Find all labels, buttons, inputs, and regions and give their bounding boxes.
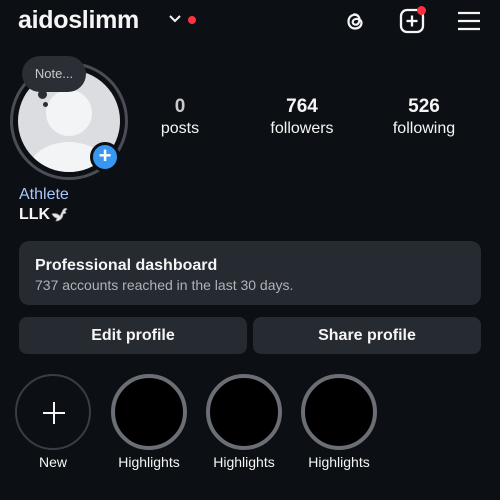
stat-value: 0 [174,96,186,117]
menu-icon[interactable] [455,7,483,35]
add-story-icon[interactable]: + [90,142,120,172]
stat-label: posts [160,120,200,137]
highlight-item[interactable]: Highlights [206,374,282,470]
highlight-circle[interactable] [301,374,377,450]
dashboard-title: Professional dashboard [35,257,218,274]
profile-bio: LLK [19,206,51,223]
note-bubble-tail [38,90,47,99]
avatar-head-placeholder [46,90,92,136]
highlight-label: Highlights [308,454,370,470]
chevron-down-icon[interactable] [168,13,182,25]
dove-icon [51,207,68,222]
stat-followers[interactable]: 764 followers [242,96,362,138]
stat-value: 764 [286,96,318,117]
stat-label: followers [270,120,334,137]
highlight-circle[interactable] [111,374,187,450]
account-notification-dot [188,16,196,24]
new-post-notification-dot [417,6,426,15]
username[interactable]: aidoslimm [18,6,139,35]
highlight-label: Highlights [118,454,180,470]
threads-icon[interactable] [341,7,369,35]
stat-label: following [392,120,456,137]
new-highlight-circle[interactable] [15,374,91,450]
highlight-label: Highlights [213,454,275,470]
share-profile-button[interactable]: Share profile [253,317,481,354]
highlight-item[interactable]: Highlights [301,374,377,470]
highlight-cover [118,381,180,443]
highlight-new[interactable]: New [15,374,91,470]
stat-posts[interactable]: 0 posts [120,96,240,138]
stat-value: 526 [408,96,440,117]
stat-following[interactable]: 526 following [364,96,484,138]
highlight-cover [308,381,370,443]
highlight-item[interactable]: Highlights [111,374,187,470]
note-bubble[interactable]: Note... [22,56,86,92]
highlight-circle[interactable] [206,374,282,450]
edit-profile-button[interactable]: Edit profile [19,317,247,354]
profile-category[interactable]: Athlete [19,186,69,204]
highlight-cover [213,381,275,443]
highlight-label: New [38,454,67,470]
plus-icon [43,402,65,424]
dashboard-subtitle: 737 accounts reached in the last 30 days… [35,277,294,293]
note-bubble-tail-small [43,102,48,107]
professional-dashboard[interactable]: Professional dashboard 737 accounts reac… [19,241,481,305]
top-bar: aidoslimm [0,0,500,44]
